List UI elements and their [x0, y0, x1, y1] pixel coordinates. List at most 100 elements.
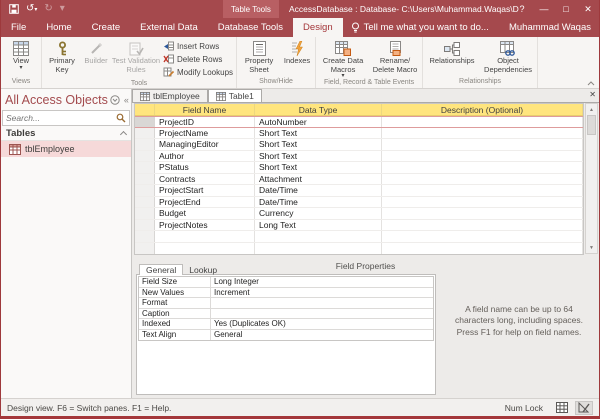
- group-label-relationships: Relationships: [424, 78, 536, 88]
- maximize-button[interactable]: □: [555, 0, 577, 18]
- nav-item-tblemployee[interactable]: tblEmployee: [1, 141, 131, 157]
- field-properties-panel: General Lookup Field Size Long Integer N…: [136, 274, 436, 395]
- doc-tab-table1[interactable]: Table1: [208, 89, 262, 102]
- property-row[interactable]: Indexed Yes (Duplicates OK): [139, 319, 433, 330]
- close-button[interactable]: ✕: [577, 0, 599, 18]
- account-name[interactable]: Muhammad Waqas: [509, 18, 599, 37]
- group-label-tools: Tools: [43, 80, 235, 88]
- nav-menu-icon[interactable]: [108, 95, 122, 105]
- group-label-show-hide: Show/Hide: [238, 78, 314, 88]
- tab-home[interactable]: Home: [36, 18, 81, 37]
- status-text: Design view. F6 = Switch panes. F1 = Hel…: [7, 403, 171, 413]
- row-selector[interactable]: [135, 174, 155, 185]
- column-header-field-name[interactable]: Field Name: [155, 104, 255, 115]
- relationships-button[interactable]: Relationships: [424, 38, 480, 78]
- qat-customize-icon[interactable]: ▾: [60, 4, 65, 14]
- property-row[interactable]: Text Align General: [139, 330, 433, 341]
- tab-database-tools[interactable]: Database Tools: [208, 18, 293, 37]
- row-selector[interactable]: [135, 208, 155, 219]
- modify-lookups-button[interactable]: Modify Lookups: [163, 66, 233, 78]
- table-row[interactable]: ProjectStart Date/Time: [135, 185, 583, 197]
- property-row[interactable]: Format: [139, 298, 433, 309]
- column-header-description[interactable]: Description (Optional): [382, 104, 583, 115]
- tab-design[interactable]: Design: [293, 18, 343, 37]
- table-row[interactable]: PStatus Short Text: [135, 162, 583, 174]
- validation-icon: [129, 40, 144, 57]
- table-row-empty[interactable]: [135, 243, 583, 255]
- design-view-icon[interactable]: [575, 401, 593, 415]
- column-header-data-type[interactable]: Data Type: [255, 104, 382, 115]
- table-row[interactable]: Contracts Attachment: [135, 174, 583, 186]
- insert-rows-button[interactable]: Insert Rows: [163, 40, 233, 52]
- row-selector[interactable]: [135, 220, 155, 231]
- property-row[interactable]: Caption: [139, 309, 433, 320]
- quick-access-toolbar: ↺▾ ↻ ▾: [1, 4, 65, 14]
- delete-rows-button[interactable]: Delete Rows: [163, 53, 233, 65]
- lightbulb-icon: [351, 22, 360, 34]
- tell-me-box[interactable]: Tell me what you want to do...: [343, 18, 509, 37]
- search-icon[interactable]: [116, 113, 126, 123]
- select-all-corner[interactable]: [135, 104, 155, 115]
- table-row[interactable]: Author Short Text: [135, 151, 583, 163]
- row-selector[interactable]: [135, 243, 155, 255]
- table-row[interactable]: ManagingEditor Short Text: [135, 139, 583, 151]
- property-row[interactable]: New Values Increment: [139, 288, 433, 299]
- table-icon: [9, 144, 21, 155]
- object-dependencies-button[interactable]: Object Dependencies: [480, 38, 536, 78]
- save-icon[interactable]: [9, 4, 19, 14]
- redo-button: ↻: [44, 4, 52, 14]
- window-controls: ? — □ ✕: [511, 0, 599, 18]
- undo-button[interactable]: ↺▾: [26, 4, 37, 14]
- row-selector[interactable]: [135, 117, 155, 127]
- modify-lookups-icon: [163, 67, 174, 77]
- scroll-down-icon[interactable]: ▼: [586, 242, 597, 253]
- tab-create[interactable]: Create: [82, 18, 131, 37]
- primary-key-button[interactable]: Primary Key: [43, 38, 81, 78]
- search-input[interactable]: [6, 113, 116, 123]
- row-selector[interactable]: [135, 151, 155, 162]
- table-row[interactable]: ProjectNotes Long Text: [135, 220, 583, 232]
- tab-lookup[interactable]: Lookup: [183, 264, 223, 275]
- datasheet-view-icon[interactable]: [553, 401, 571, 415]
- close-document-icon[interactable]: ✕: [589, 90, 596, 99]
- test-validation-rules-button: Test Validation Rules: [111, 38, 161, 78]
- property-row[interactable]: Field Size Long Integer: [139, 277, 433, 288]
- rename-delete-macro-button[interactable]: Rename/ Delete Macro: [369, 38, 421, 78]
- relationships-icon: [444, 40, 460, 57]
- collapse-group-icon: [120, 131, 127, 138]
- table-row[interactable]: ProjectEnd Date/Time: [135, 197, 583, 209]
- help-button[interactable]: ?: [511, 0, 533, 18]
- table-row[interactable]: ProjectID AutoNumber: [135, 116, 583, 128]
- tell-me-label: Tell me what you want to do...: [364, 22, 489, 33]
- indexes-button[interactable]: Indexes: [280, 38, 314, 78]
- main-content: All Access Objects « Tables: [1, 89, 599, 398]
- nav-group-tables[interactable]: Tables: [1, 126, 131, 141]
- property-sheet-button[interactable]: Property Sheet: [238, 38, 280, 78]
- create-data-macros-button[interactable]: Create Data Macros ▾: [317, 38, 369, 79]
- table-row[interactable]: Budget Currency: [135, 208, 583, 220]
- row-selector[interactable]: [135, 128, 155, 139]
- vertical-scrollbar[interactable]: ▲ ▼: [585, 103, 598, 254]
- minimize-button[interactable]: —: [533, 0, 555, 18]
- table-row[interactable]: ProjectName Short Text: [135, 128, 583, 140]
- shutter-bar-close-icon[interactable]: «: [122, 95, 131, 105]
- row-selector[interactable]: [135, 139, 155, 150]
- num-lock-indicator: Num Lock: [505, 403, 543, 413]
- view-icon: [13, 40, 29, 57]
- tab-general[interactable]: General: [139, 264, 183, 275]
- doc-tab-tblemployee[interactable]: tblEmployee: [132, 89, 208, 102]
- table-row-empty[interactable]: [135, 231, 583, 243]
- scrollbar-thumb[interactable]: [587, 115, 596, 135]
- row-selector[interactable]: [135, 197, 155, 208]
- view-button[interactable]: View ▾: [2, 38, 40, 78]
- collapse-ribbon-icon[interactable]: [587, 81, 595, 86]
- insert-rows-icon: [163, 41, 174, 51]
- tab-file[interactable]: File: [1, 18, 36, 37]
- scroll-up-icon[interactable]: ▲: [586, 104, 597, 115]
- row-selector[interactable]: [135, 231, 155, 242]
- tab-external-data[interactable]: External Data: [130, 18, 208, 37]
- delete-rows-icon: [163, 54, 174, 64]
- row-selector[interactable]: [135, 162, 155, 173]
- row-selector[interactable]: [135, 185, 155, 196]
- contextual-tab-group: Table Tools: [223, 0, 279, 18]
